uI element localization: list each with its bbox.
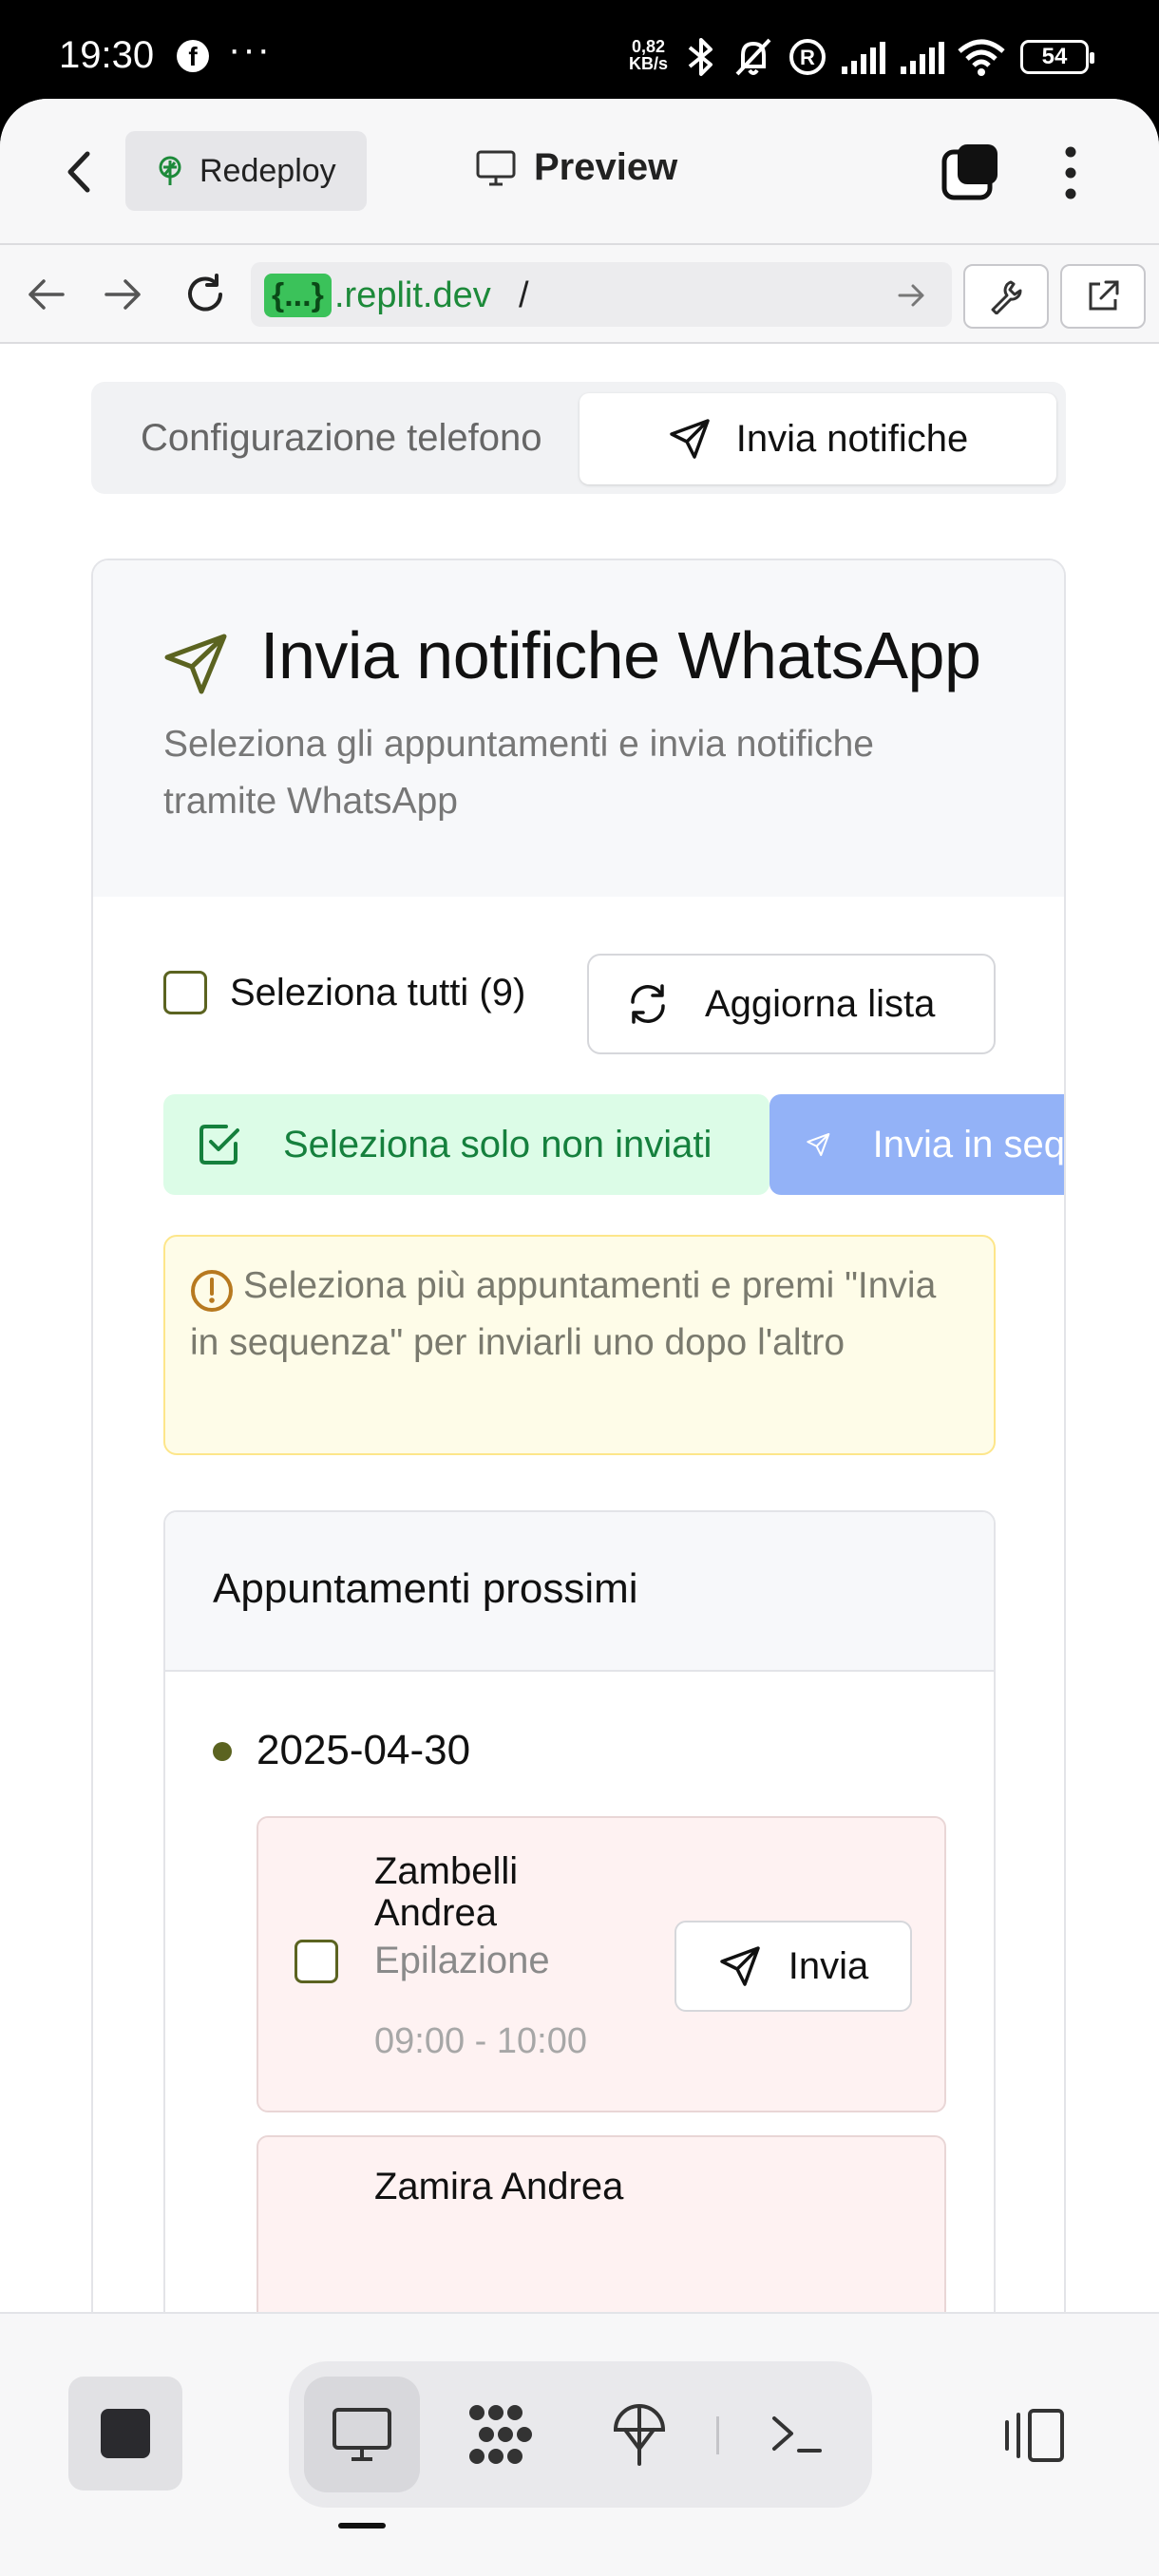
- card-header: Invia notifiche WhatsApp Seleziona gli a…: [93, 560, 1064, 897]
- select-unsent-button[interactable]: Seleziona solo non inviati: [163, 1094, 770, 1195]
- status-bar: 19:30 f ··· 0,82 KB/s R 54: [0, 0, 1159, 104]
- devtools-button[interactable]: [963, 264, 1049, 329]
- notice-text: Seleziona più appuntamenti e premi "Invi…: [190, 1265, 937, 1363]
- tab-shell[interactable]: [739, 2377, 855, 2492]
- panel-toggle-icon[interactable]: [996, 2405, 1072, 2466]
- date-bullet: [213, 1742, 232, 1761]
- arrow-right-icon[interactable]: [103, 275, 144, 313]
- url-path: /: [519, 275, 529, 315]
- status-time: 19:30: [59, 34, 155, 76]
- refresh-list-button[interactable]: Aggiorna lista: [587, 954, 996, 1054]
- info-notice: Seleziona più appuntamenti e premi "Invi…: [163, 1235, 996, 1455]
- monitor-icon: [476, 150, 516, 185]
- select-all-label: Seleziona tutti (9): [230, 971, 526, 1013]
- tab-preview[interactable]: [304, 2377, 420, 2492]
- more-vertical-icon[interactable]: [1058, 144, 1083, 201]
- terminal-icon: [772, 2416, 822, 2453]
- mute-bell-icon: [735, 38, 771, 76]
- send-sequence-button[interactable]: Invia in sequenza: [770, 1094, 1066, 1195]
- client-name: Zamira Andrea: [374, 2166, 624, 2207]
- tab-phone-config[interactable]: Configurazione telefono: [141, 382, 542, 494]
- bluetooth-icon: [688, 38, 712, 76]
- url-badge: {...}: [264, 274, 332, 317]
- send-icon: [720, 1946, 760, 1986]
- send-button[interactable]: Invia: [674, 1921, 912, 2012]
- app-window: Redeploy Preview {...} .replit.dev / Con…: [0, 99, 1159, 2576]
- appointments-panel: Appuntamenti prossimi 2025-04-30 Zambell…: [163, 1510, 996, 2312]
- go-arrow-icon[interactable]: [897, 281, 927, 310]
- select-all-checkbox[interactable]: Seleziona tutti (9): [163, 971, 525, 1014]
- tab-packages[interactable]: [443, 2377, 559, 2492]
- redeploy-button[interactable]: Redeploy: [125, 131, 367, 211]
- card-title: Invia notifiche WhatsApp: [260, 618, 981, 692]
- appointments-title: Appuntamenti prossimi: [213, 1565, 638, 1612]
- network-speed: 0,82 KB/s: [629, 37, 669, 73]
- back-chevron-icon[interactable]: [61, 148, 99, 196]
- send-icon: [669, 419, 710, 459]
- tabs-switcher-icon[interactable]: [940, 142, 999, 201]
- client-name: Zambelli Andrea: [374, 1850, 519, 1934]
- date-heading: 2025-04-30: [256, 1727, 471, 1773]
- registered-icon: R: [789, 39, 826, 75]
- packages-icon: [469, 2405, 532, 2464]
- svg-text:R: R: [800, 46, 815, 69]
- send-sequence-label: Invia in sequenza: [872, 1123, 1066, 1165]
- deploy-icon: [159, 156, 181, 185]
- tab-deployments[interactable]: [581, 2377, 697, 2492]
- refresh-label: Aggiorna lista: [705, 982, 936, 1025]
- preview-tab-title[interactable]: Preview: [475, 146, 677, 189]
- refresh-icon: [631, 984, 665, 1024]
- active-tab-underline: [338, 2523, 386, 2529]
- card-description: Seleziona gli appuntamenti e invia notif…: [163, 724, 874, 822]
- send-label: Invia: [788, 1944, 869, 1987]
- tabs-list: Configurazione telefono Invia notifiche: [91, 382, 1066, 494]
- stop-icon: [101, 2409, 150, 2458]
- appointment-item: Zamira Andrea: [256, 2135, 946, 2312]
- top-bar: Redeploy Preview: [0, 99, 1159, 245]
- wifi-icon: [958, 39, 1005, 76]
- open-external-button[interactable]: [1060, 264, 1146, 329]
- preview-content: Configurazione telefono Invia notifiche …: [0, 344, 1159, 2312]
- battery-icon: 54: [1020, 40, 1094, 74]
- wrench-icon: [991, 280, 1022, 314]
- service-name: Epilazione: [374, 1940, 550, 1981]
- tab-divider: [716, 2416, 719, 2454]
- signal-icon: [842, 42, 885, 74]
- url-bar: {...} .replit.dev /: [0, 245, 1159, 344]
- appointment-item: Zambelli Andrea Epilazione 09:00 - 10:00…: [256, 1816, 946, 2112]
- send-icon: [164, 634, 227, 694]
- url-input[interactable]: {...} .replit.dev /: [251, 262, 952, 327]
- stop-button[interactable]: [68, 2377, 182, 2491]
- external-link-icon: [1089, 280, 1119, 311]
- reload-icon[interactable]: [182, 272, 228, 317]
- check-square-icon: [200, 1125, 239, 1165]
- arrow-left-icon[interactable]: [25, 275, 66, 313]
- select-unsent-label: Seleziona solo non inviati: [283, 1123, 712, 1165]
- tab-send-label: Invia notifiche: [735, 417, 969, 460]
- signal-icon: [901, 42, 944, 74]
- deploy-icon: [613, 2404, 666, 2466]
- checkbox[interactable]: [163, 971, 207, 1014]
- tab-send-notifications[interactable]: Invia notifiche: [580, 393, 1056, 484]
- appointments-header: Appuntamenti prossimi: [165, 1512, 994, 1672]
- ide-tab-group: [289, 2361, 872, 2508]
- redeploy-label: Redeploy: [200, 152, 336, 189]
- notifications-card: Invia notifiche WhatsApp Seleziona gli a…: [91, 559, 1066, 2312]
- url-host: .replit.dev: [334, 275, 491, 315]
- more-dots-icon: ···: [228, 28, 272, 70]
- ide-bottom-bar: [0, 2312, 1159, 2576]
- facebook-icon: f: [177, 40, 209, 72]
- appointment-checkbox[interactable]: [294, 1940, 338, 1983]
- send-icon: [807, 1132, 830, 1157]
- monitor-icon: [332, 2408, 391, 2461]
- appointment-time: 09:00 - 10:00: [374, 2021, 587, 2061]
- preview-label: Preview: [534, 146, 678, 188]
